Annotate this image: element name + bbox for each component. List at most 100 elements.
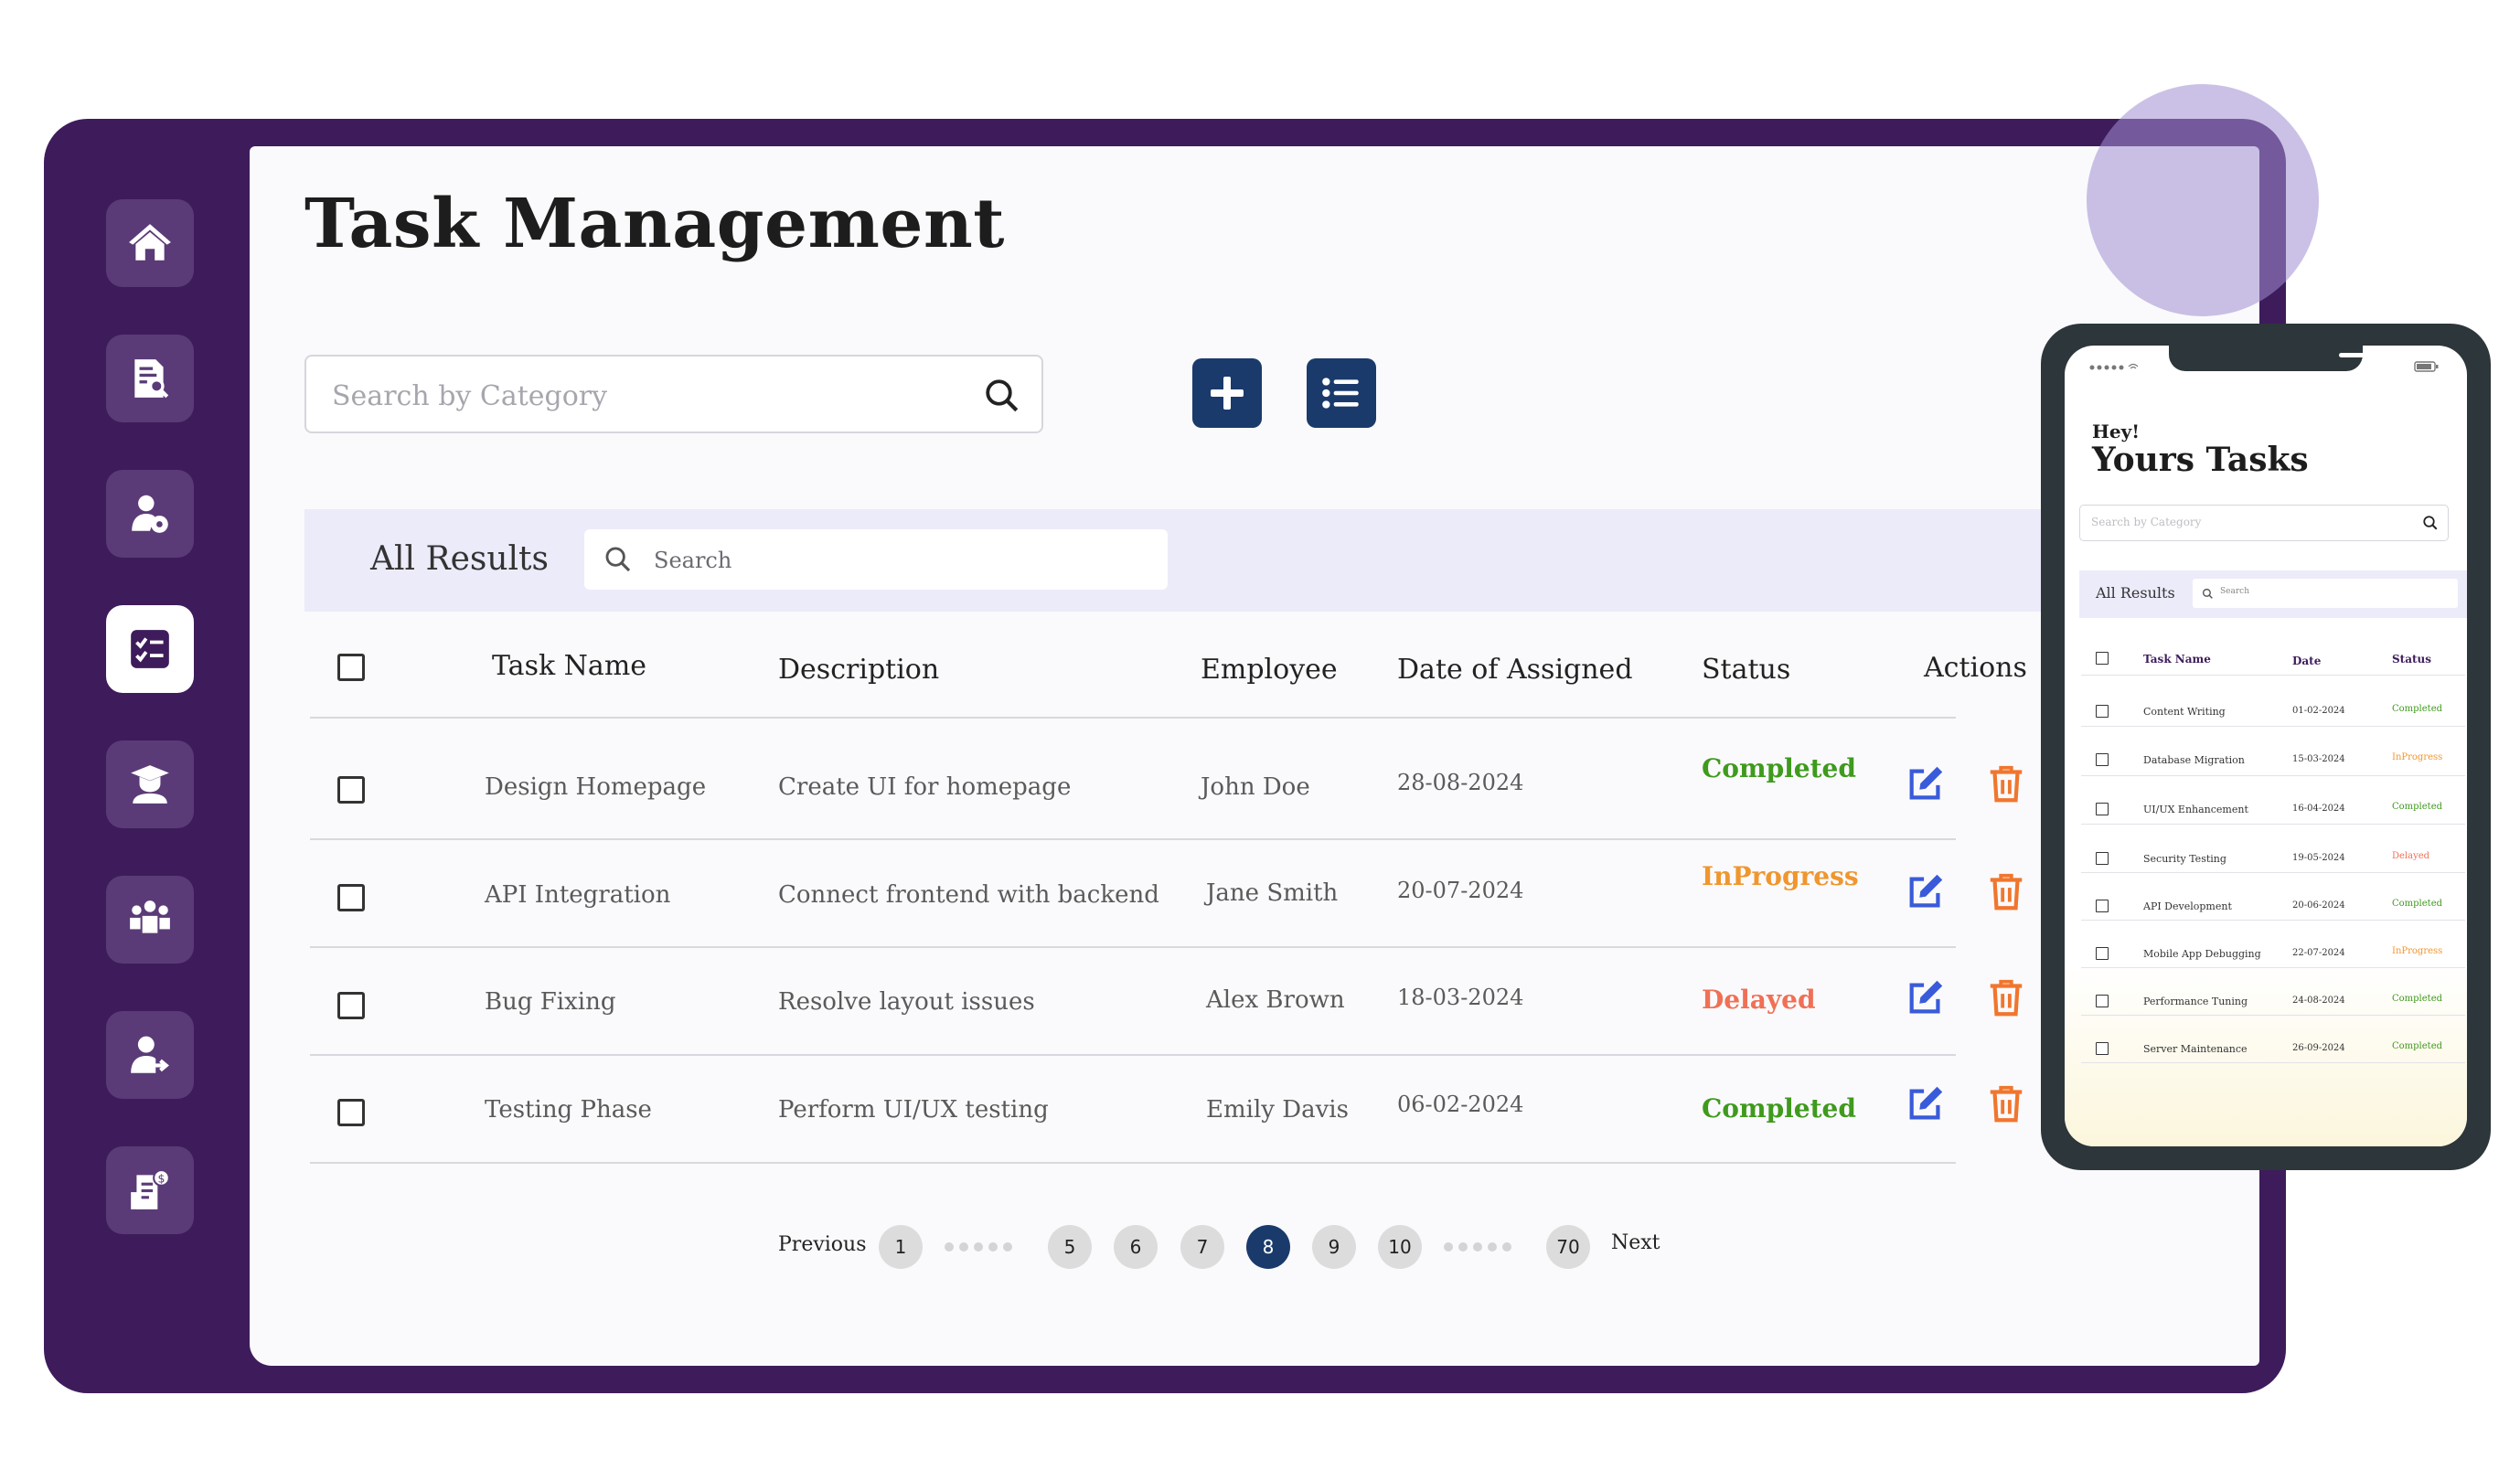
phone-all-results: All Results	[2096, 584, 2175, 602]
divider	[310, 1054, 1956, 1056]
page-button[interactable]: 70	[1546, 1225, 1590, 1269]
row-checkbox[interactable]	[337, 776, 365, 804]
sidebar-item-user-settings[interactable]	[106, 470, 194, 558]
phone-notch	[2169, 346, 2390, 371]
delete-icon[interactable]	[1985, 976, 2027, 1018]
page-button-current[interactable]: 8	[1246, 1225, 1290, 1269]
column-header-date: Date of Assigned	[1397, 654, 1633, 686]
payroll-icon: $	[131, 1169, 170, 1209]
pagination-ellipsis	[1444, 1242, 1511, 1252]
phone-status-badge: InProgress	[2392, 752, 2443, 762]
phone-status-badge: InProgress	[2392, 946, 2443, 956]
search-icon	[2202, 588, 2213, 599]
phone-row-checkbox[interactable]	[2096, 900, 2109, 912]
delete-icon[interactable]	[1985, 1082, 2027, 1124]
sidebar-item-home[interactable]	[106, 199, 194, 287]
date-cell: 28-08-2024	[1397, 770, 1524, 795]
phone-date-cell: 24-08-2024	[2292, 996, 2345, 1006]
results-search-input[interactable]	[652, 540, 1149, 581]
sidebar-item-tasks[interactable]	[106, 605, 194, 693]
employee-cell: John Doe	[1201, 773, 1310, 801]
pagination-previous[interactable]: Previous	[778, 1233, 867, 1256]
phone-select-all-checkbox[interactable]	[2096, 652, 2109, 665]
phone-row-checkbox[interactable]	[2096, 1042, 2109, 1055]
employee-cell: Emily Davis	[1206, 1096, 1349, 1124]
description-cell: Create UI for homepage	[778, 773, 1072, 801]
column-header-task-name: Task Name	[492, 650, 647, 682]
phone-task-cell: Database Migration	[2143, 754, 2245, 766]
phone-status-badge: Completed	[2392, 802, 2443, 812]
edit-icon[interactable]	[1905, 976, 1947, 1018]
phone-header-task-name: Task Name	[2143, 653, 2211, 666]
phone-results-search-placeholder: Search	[2220, 587, 2249, 596]
select-all-checkbox[interactable]	[337, 654, 365, 681]
phone-row-checkbox[interactable]	[2096, 705, 2109, 718]
search-icon[interactable]	[983, 377, 1021, 415]
status-badge: Completed	[1702, 753, 1856, 783]
results-search	[584, 529, 1168, 590]
phone-status-badge: Completed	[2392, 1041, 2443, 1051]
svg-text:$: $	[158, 1171, 166, 1185]
app-frame: $ Task Management All Results Task Name …	[44, 119, 2286, 1393]
column-header-status: Status	[1702, 654, 1791, 686]
divider	[2081, 675, 2465, 676]
search-icon[interactable]	[2422, 515, 2439, 531]
page-button[interactable]: 10	[1378, 1225, 1422, 1269]
phone-row-checkbox[interactable]	[2096, 803, 2109, 815]
phone-status-badge: Delayed	[2392, 851, 2430, 861]
page-button[interactable]: 9	[1312, 1225, 1356, 1269]
sidebar-item-payroll[interactable]: $	[106, 1146, 194, 1234]
main-panel: Task Management All Results Task Name De…	[250, 146, 2259, 1366]
divider	[2081, 824, 2465, 825]
delete-icon[interactable]	[1985, 870, 2027, 912]
page-button[interactable]: 5	[1048, 1225, 1092, 1269]
edit-icon[interactable]	[1905, 762, 1947, 804]
list-view-button[interactable]	[1307, 358, 1376, 428]
row-checkbox[interactable]	[337, 992, 365, 1019]
all-results-label: All Results	[370, 540, 549, 578]
phone-status-badge: Completed	[2392, 704, 2443, 714]
phone-row-checkbox[interactable]	[2096, 753, 2109, 766]
phone-date-cell: 19-05-2024	[2292, 853, 2345, 863]
category-search-input[interactable]	[330, 375, 956, 417]
row-checkbox[interactable]	[337, 1099, 365, 1126]
sidebar-item-reports[interactable]	[106, 335, 194, 422]
task-checklist-icon	[131, 630, 169, 668]
employee-cell: Jane Smith	[1206, 879, 1339, 907]
delete-icon[interactable]	[1985, 762, 2027, 804]
search-icon	[605, 547, 631, 572]
divider	[2081, 775, 2465, 776]
row-checkbox[interactable]	[337, 884, 365, 911]
page-button[interactable]: 6	[1114, 1225, 1158, 1269]
edit-icon[interactable]	[1905, 1082, 1947, 1124]
task-name-cell: Testing Phase	[485, 1096, 652, 1124]
phone-row-checkbox[interactable]	[2096, 947, 2109, 960]
phone-header-date: Date	[2292, 655, 2322, 667]
phone-row-checkbox[interactable]	[2096, 995, 2109, 1007]
page-button[interactable]: 1	[879, 1225, 923, 1269]
phone-task-cell: Security Testing	[2143, 853, 2226, 865]
phone-date-cell: 22-07-2024	[2292, 948, 2345, 958]
add-task-button[interactable]	[1192, 358, 1262, 428]
phone-status-badge: Completed	[2392, 899, 2443, 909]
phone-search-placeholder[interactable]: Search by Category	[2091, 516, 2201, 528]
sidebar-item-training[interactable]	[106, 740, 194, 828]
signal-icon	[2089, 363, 2139, 370]
pagination-next[interactable]: Next	[1611, 1231, 1660, 1254]
phone-row-checkbox[interactable]	[2096, 852, 2109, 865]
sidebar-item-teams[interactable]	[106, 876, 194, 964]
divider	[2081, 726, 2465, 727]
user-settings-icon	[132, 495, 168, 533]
phone-task-cell: Mobile App Debugging	[2143, 948, 2261, 960]
page-button[interactable]: 7	[1180, 1225, 1224, 1269]
phone-results-search[interactable]: Search	[2193, 579, 2458, 608]
edit-icon[interactable]	[1905, 870, 1947, 912]
column-header-actions: Actions	[1924, 652, 2027, 684]
phone-category-search: Search by Category	[2079, 505, 2449, 541]
sidebar-item-user-transfer[interactable]	[106, 1011, 194, 1099]
greeting: Hey!	[2092, 421, 2141, 442]
divider	[310, 1162, 1956, 1164]
date-cell: 20-07-2024	[1397, 878, 1524, 903]
date-cell: 06-02-2024	[1397, 1092, 1524, 1117]
phone-task-cell: Server Maintenance	[2143, 1043, 2248, 1055]
